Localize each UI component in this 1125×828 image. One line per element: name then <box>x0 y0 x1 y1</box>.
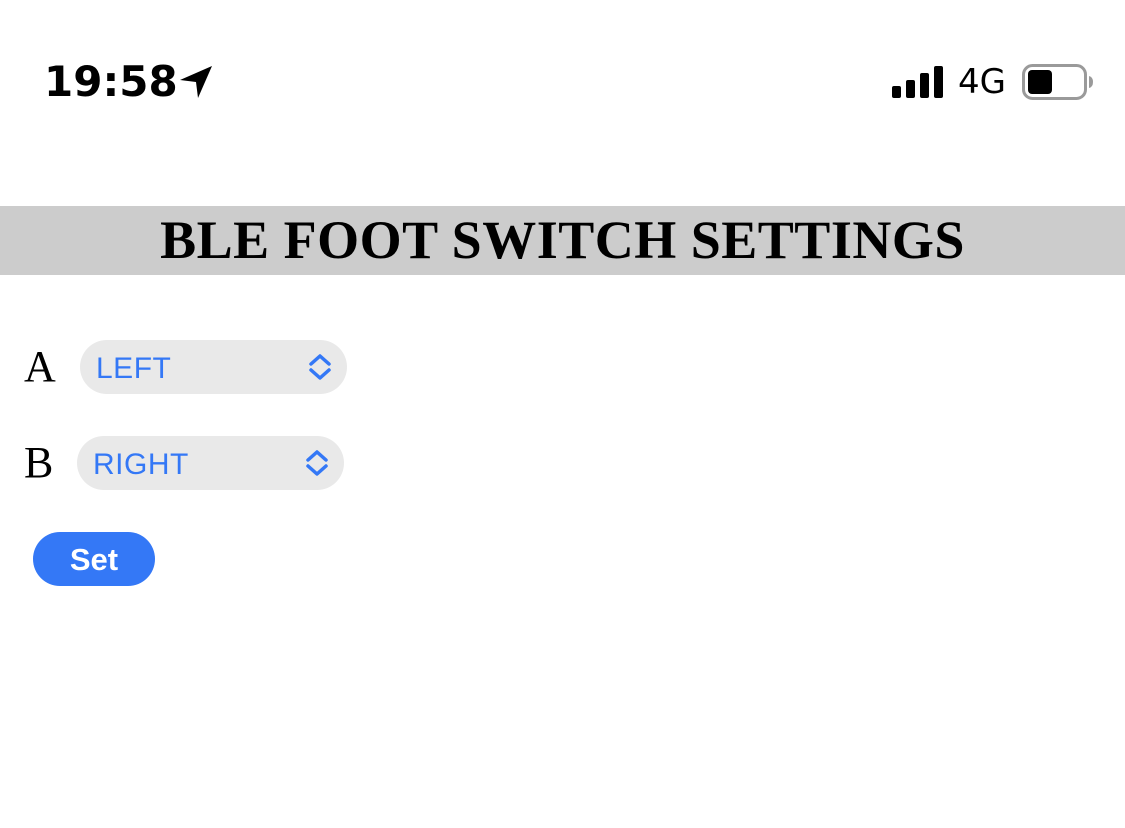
status-time: 19:58 <box>44 57 178 106</box>
battery-icon <box>1022 64 1093 100</box>
status-bar: 19:58 4G <box>0 0 1125 150</box>
switch-b-select[interactable]: RIGHT <box>77 436 344 490</box>
chevron-up-down-icon <box>309 354 331 380</box>
switch-a-select[interactable]: LEFT <box>80 340 347 394</box>
chevron-up-down-icon <box>306 450 328 476</box>
switch-b-selected-value: RIGHT <box>93 448 189 481</box>
network-type-label: 4G <box>958 62 1006 102</box>
switch-b-label: B <box>24 438 54 487</box>
switch-a-selected-value: LEFT <box>96 352 172 385</box>
location-arrow-icon <box>180 66 212 98</box>
cellular-signal-icon <box>892 66 943 98</box>
title-bar: BLE FOOT SWITCH SETTINGS <box>0 206 1125 275</box>
set-button[interactable]: Set <box>33 532 155 586</box>
switch-a-label: A <box>24 342 56 391</box>
page-title: BLE FOOT SWITCH SETTINGS <box>160 210 965 270</box>
